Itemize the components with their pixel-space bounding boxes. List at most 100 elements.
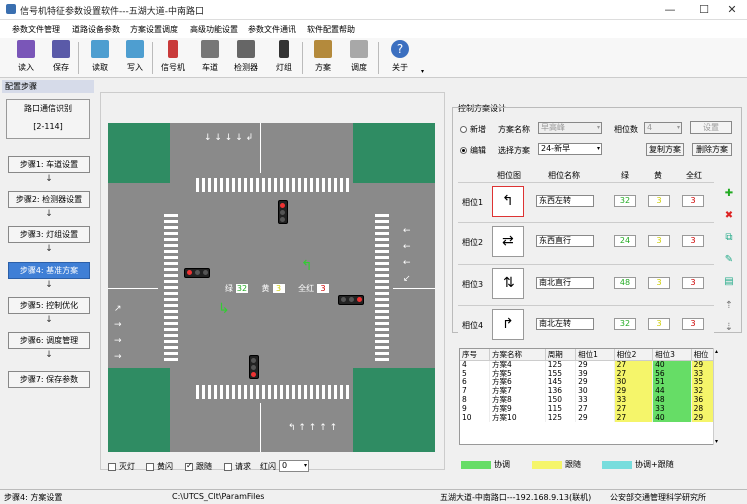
allred-time: 3 — [316, 283, 331, 294]
table-header-5[interactable]: 相位3 — [652, 349, 692, 361]
chevron-down-icon: ▾ — [596, 145, 600, 152]
menu-help[interactable]: 软件配置帮助 — [307, 24, 355, 35]
phase-1-yellow[interactable]: 3 — [648, 195, 670, 207]
arrow-down-icon: ↓ — [45, 315, 53, 325]
phase-2-green[interactable]: 24 — [614, 235, 636, 247]
grass-nw — [108, 123, 170, 183]
phase-4-allred[interactable]: 3 — [682, 318, 704, 330]
choose-plan-select[interactable]: 24-新早 ▾ — [538, 143, 602, 155]
traffic-light-north[interactable] — [278, 200, 288, 224]
step-1-button[interactable]: 步骤1: 车道设置 — [8, 156, 90, 173]
scroll-up-icon[interactable]: ▴ — [715, 348, 718, 355]
step-3-button[interactable]: 步骤3: 灯组设置 — [8, 226, 90, 243]
phase-3-diagram[interactable]: ⇅ — [492, 268, 524, 299]
phase-4-name[interactable]: 南北左转 — [536, 318, 594, 330]
table-row[interactable]: 9 方案9 115 27 27 33 28 — [460, 404, 722, 414]
step-5-button[interactable]: 步骤5: 控制优化 — [8, 297, 90, 314]
phase-count-select[interactable]: 4 ▾ — [644, 122, 682, 134]
delete-plan-button[interactable]: 删除方案 — [692, 143, 732, 156]
plan-button[interactable]: 方案 — [307, 40, 339, 76]
phase-4-green[interactable]: 32 — [614, 318, 636, 330]
schedule-button[interactable]: 调度 — [343, 40, 375, 76]
copy-plan-button[interactable]: 复制方案 — [646, 143, 684, 156]
minimize-button[interactable]: — — [655, 2, 685, 18]
table-scrollbar[interactable]: ▴ ▾ — [713, 348, 723, 445]
new-radio[interactable]: 新增 — [460, 124, 486, 135]
phase-4-diagram[interactable]: ↱ — [492, 309, 524, 340]
phase-2-name[interactable]: 东西直行 — [536, 235, 594, 247]
paste-icon[interactable]: ▤ — [723, 276, 735, 288]
phase-2-allred[interactable]: 3 — [682, 235, 704, 247]
delete-icon[interactable]: ✖ — [723, 210, 735, 222]
off-check[interactable]: 灭灯 — [108, 461, 135, 472]
set-button[interactable]: 设置 — [690, 121, 732, 134]
table-header-0[interactable]: 序号 — [460, 349, 491, 361]
phase-1-diagram[interactable]: ↰ — [492, 186, 524, 217]
redflash-select[interactable]: 0 ▾ — [279, 460, 309, 472]
lamp-group-button[interactable]: 灯组 — [268, 40, 300, 76]
detector-button[interactable]: 检测器 — [230, 40, 262, 76]
menu-comm[interactable]: 参数文件通讯 — [248, 24, 296, 35]
toolbar-overflow-icon[interactable]: ▾ — [421, 68, 424, 75]
menu-road-device[interactable]: 道路设备参数 — [72, 24, 120, 35]
phase-1-allred[interactable]: 3 — [682, 195, 704, 207]
phase-row-4[interactable]: 相位4 ↱ 南北左转 32 3 3 — [458, 305, 714, 341]
menu-advanced[interactable]: 高级功能设置 — [190, 24, 238, 35]
table-cell: 4 — [460, 360, 491, 370]
close-button[interactable]: ✕ — [717, 2, 747, 18]
about-button[interactable]: ? 关于 — [384, 40, 416, 76]
phase-3-allred[interactable]: 3 — [682, 277, 704, 289]
follow-check[interactable]: 跟随 — [185, 461, 212, 472]
write-button[interactable]: 写入 — [119, 40, 151, 76]
folder-icon — [17, 40, 35, 58]
edit-radio[interactable]: 编辑 — [460, 145, 486, 156]
table-cell: 9 — [460, 404, 491, 414]
step-4-button[interactable]: 步骤4: 基准方案 — [8, 262, 90, 279]
plan-name-input[interactable]: 早高峰 ▾ — [538, 122, 602, 134]
table-header-2[interactable]: 周期 — [545, 349, 577, 361]
table-header-4[interactable]: 相位2 — [614, 349, 654, 361]
phase-row-2[interactable]: 相位2 ⇄ 东西直行 24 3 3 — [458, 222, 714, 259]
phase-row-1[interactable]: 相位1 ↰ 东西左转 32 3 3 — [458, 182, 714, 219]
traffic-light-east[interactable] — [338, 295, 364, 305]
phase-row-3[interactable]: 相位3 ⇅ 南北直行 48 3 3 — [458, 264, 714, 301]
edit-icon[interactable]: ✎ — [723, 254, 735, 266]
phase-1-green[interactable]: 32 — [614, 195, 636, 207]
copy-icon[interactable]: ⧉ — [723, 232, 735, 244]
phase-2-yellow[interactable]: 3 — [648, 235, 670, 247]
table-row[interactable]: 10 方案10 125 29 27 40 29 — [460, 413, 722, 423]
table-header-3[interactable]: 相位1 — [575, 349, 615, 361]
lane-button[interactable]: 车道 — [194, 40, 226, 76]
yellowflash-check[interactable]: 黄闪 — [146, 461, 173, 472]
steps-header: 配置步骤 — [2, 80, 94, 93]
menu-plan-schedule[interactable]: 方案设置调度 — [130, 24, 178, 35]
read-button[interactable]: 读取 — [84, 40, 116, 76]
table-cell: 27 — [614, 413, 654, 423]
save-button[interactable]: 保存 — [45, 40, 77, 76]
phase-1-name[interactable]: 东西左转 — [536, 195, 594, 207]
phase-3-green[interactable]: 48 — [614, 277, 636, 289]
traffic-light-west[interactable] — [184, 268, 210, 278]
phase-2-diagram[interactable]: ⇄ — [492, 226, 524, 257]
request-check[interactable]: 请求 — [224, 461, 251, 472]
phase-4-yellow[interactable]: 3 — [648, 318, 670, 330]
signal-machine-button[interactable]: 信号机 — [157, 40, 189, 76]
add-icon[interactable]: ✚ — [723, 188, 735, 200]
read-in-button[interactable]: 读入 — [10, 40, 42, 76]
move-up-icon[interactable]: ⇡ — [723, 300, 735, 312]
move-down-icon[interactable]: ⇣ — [723, 322, 735, 334]
scroll-down-icon[interactable]: ▾ — [715, 438, 718, 445]
step-2-button[interactable]: 步骤2: 检测器设置 — [8, 191, 90, 208]
status-path: C:\UTCS_Clt\ParamFiles — [172, 492, 265, 501]
maximize-button[interactable]: ☐ — [689, 2, 719, 18]
step-6-button[interactable]: 步骤6: 调度管理 — [8, 332, 90, 349]
intersection-map[interactable]: ↓ ↓ ↓ ↓ ↲ ↰ ↑ ↑ ↑ ↑ ↗ → → → ← ← ← ↙ ↰ ↳ 绿 32 黄3… — [108, 123, 435, 452]
traffic-light-south[interactable] — [249, 355, 259, 379]
lane-arrows-north: ↓ ↓ ↓ ↓ ↲ — [204, 133, 254, 143]
step-7-button[interactable]: 步骤7: 保存参数 — [8, 371, 90, 388]
phase-3-yellow[interactable]: 3 — [648, 277, 670, 289]
menu-param-file[interactable]: 参数文件管理 — [12, 24, 60, 35]
table-row[interactable]: 4 方案4 125 29 27 40 29 — [460, 360, 722, 370]
phase-3-name[interactable]: 南北直行 — [536, 277, 594, 289]
table-header-1[interactable]: 方案名称 — [489, 349, 546, 361]
